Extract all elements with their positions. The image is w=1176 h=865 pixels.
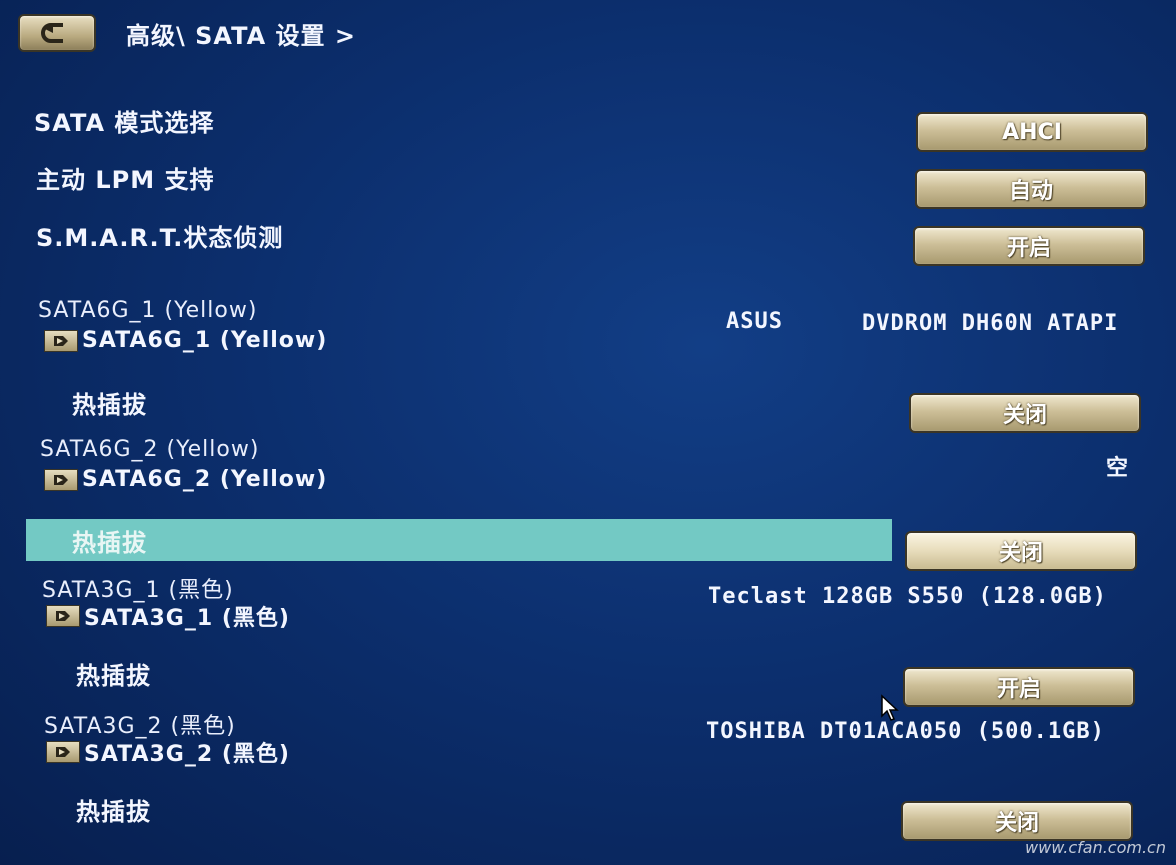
port-sata3g2-hotplug-label: 热插拔 bbox=[76, 798, 151, 826]
port-sata6g1-device-model: DVDROM DH60N ATAPI bbox=[862, 311, 1119, 336]
submenu-arrow-icon bbox=[46, 605, 80, 627]
port-sata3g1-hotplug-button[interactable]: 开启 bbox=[903, 667, 1135, 707]
port-sata3g2-submenu[interactable]: SATA3G_2 (黑色) bbox=[46, 736, 290, 768]
port-sata3g1-hotplug-label: 热插拔 bbox=[76, 662, 151, 690]
submenu-arrow-icon bbox=[46, 741, 80, 763]
smart-status-button[interactable]: 开启 bbox=[913, 226, 1145, 266]
back-arrow-icon bbox=[41, 23, 63, 43]
watermark: www.cfan.com.cn bbox=[1025, 838, 1166, 857]
breadcrumb: 高级\ SATA 设置 > bbox=[126, 22, 357, 50]
smart-status-label: S.M.A.R.T.状态侦测 bbox=[36, 224, 284, 252]
port-sata6g2-hotplug-label: 热插拔 bbox=[72, 529, 147, 557]
port-sata6g2-name: SATA6G_2 (Yellow) bbox=[40, 437, 260, 462]
port-sata6g1-submenu-label: SATA6G_1 (Yellow) bbox=[82, 328, 328, 353]
back-button[interactable] bbox=[18, 14, 96, 52]
submenu-arrow-icon bbox=[44, 468, 78, 491]
mouse-pointer-icon bbox=[881, 694, 899, 721]
lpm-support-label: 主动 LPM 支持 bbox=[36, 166, 215, 194]
port-sata6g1-hotplug-button[interactable]: 关闭 bbox=[909, 393, 1141, 433]
port-sata6g2-submenu[interactable]: SATA6G_2 (Yellow) bbox=[44, 467, 327, 492]
lpm-support-button[interactable]: 自动 bbox=[915, 169, 1147, 209]
port-sata6g1-submenu[interactable]: SATA6G_1 (Yellow) bbox=[44, 328, 327, 353]
port-sata3g1-submenu-label: SATA3G_1 (黑色) bbox=[84, 606, 290, 631]
submenu-arrow-icon bbox=[44, 329, 78, 352]
selected-row-highlight[interactable]: 热插拔 bbox=[26, 519, 892, 561]
port-sata6g1-name: SATA6G_1 (Yellow) bbox=[38, 298, 258, 323]
port-sata6g2-hotplug-button[interactable]: 关闭 bbox=[905, 531, 1137, 571]
port-sata6g1-hotplug-label: 热插拔 bbox=[72, 391, 147, 419]
port-sata6g2-device: 空 bbox=[1106, 456, 1130, 481]
port-sata3g2-hotplug-button[interactable]: 关闭 bbox=[901, 801, 1133, 841]
port-sata6g2-submenu-label: SATA6G_2 (Yellow) bbox=[82, 467, 328, 492]
port-sata3g2-submenu-label: SATA3G_2 (黑色) bbox=[84, 742, 290, 767]
sata-mode-label: SATA 模式选择 bbox=[34, 109, 215, 137]
port-sata6g1-device-vendor: ASUS bbox=[726, 309, 783, 334]
sata-mode-button[interactable]: AHCI bbox=[916, 112, 1148, 152]
port-sata3g1-device: Teclast 128GB S550 (128.0GB) bbox=[708, 584, 1107, 609]
port-sata3g2-device: TOSHIBA DT01ACA050 (500.1GB) bbox=[706, 719, 1105, 744]
port-sata3g1-submenu[interactable]: SATA3G_1 (黑色) bbox=[46, 600, 290, 632]
